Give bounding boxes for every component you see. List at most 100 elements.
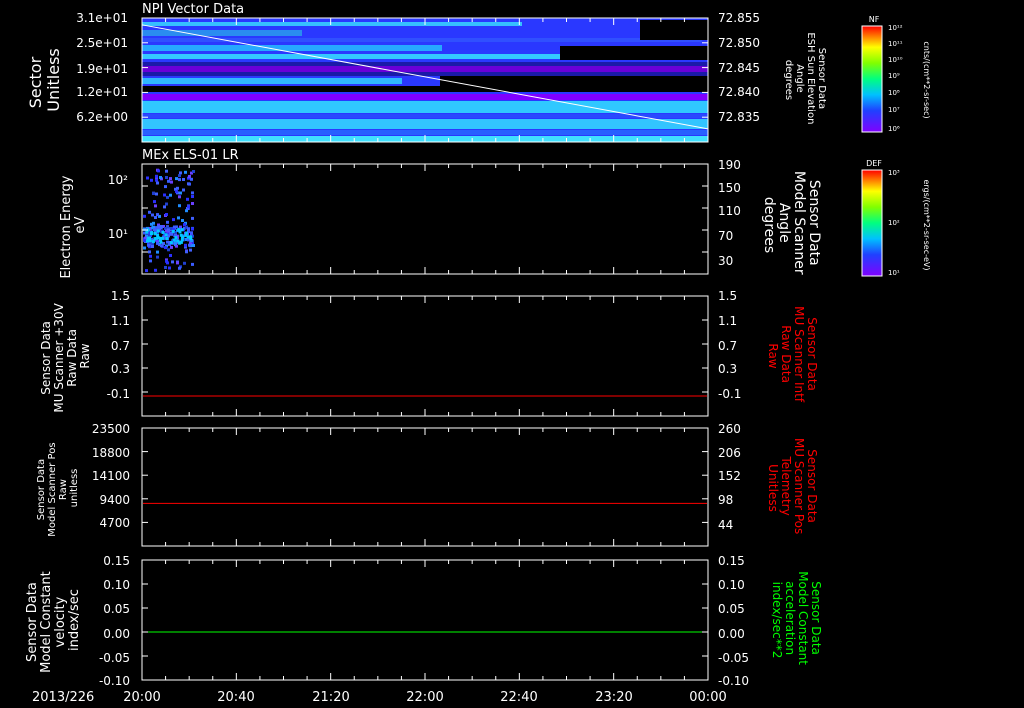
raw-ytick: 0.3: [111, 362, 130, 376]
els-data-pixel: [167, 228, 170, 232]
els-data-pixel: [156, 181, 159, 185]
raw-rtick: 1.1: [718, 314, 737, 328]
els-data-pixel: [165, 202, 168, 206]
els-data-pixel: [148, 210, 151, 214]
els-data-pixel: [183, 261, 186, 265]
raw-ytick: 0.7: [111, 339, 130, 353]
colorbar-def-tick: 10¹: [888, 269, 900, 277]
els-data-pixel: [191, 227, 194, 231]
els-data-pixel: [156, 229, 160, 233]
colorbar-def-tick: 10³: [888, 169, 900, 177]
pos-ytick: 4700: [99, 516, 130, 530]
els-ylabel-line: Electron Energy: [59, 175, 74, 278]
els-data-pixel: [152, 192, 155, 195]
npi-rlabel-line: degrees: [783, 60, 794, 100]
colorbar-nf-tick: 10⁸: [888, 89, 900, 97]
colorbar-nf-tick: 10⁷: [888, 106, 900, 114]
els-data-pixel: [181, 219, 184, 222]
npi-ylabel: Sector Unitless: [26, 48, 63, 112]
els-data-pixel: [151, 245, 154, 248]
els-data-pixel: [147, 243, 150, 247]
els-data-pixel: [192, 170, 195, 173]
els-data-pixel: [159, 240, 163, 244]
els-data-pixel: [152, 221, 155, 225]
raw-rlabel: Sensor Data MU Scanner Intf Raw Data Raw: [766, 306, 819, 406]
heat-gap: [440, 76, 708, 86]
pos-rtick: 152: [718, 469, 741, 483]
panel-npi-heatmap: [142, 18, 708, 142]
els-data-pixel: [155, 192, 158, 196]
els-data-pixel: [146, 239, 149, 243]
els-rtick: 190: [718, 158, 741, 172]
heat-band: [142, 54, 562, 59]
heat-band: [142, 78, 402, 84]
const-rlabel: Sensor Data Model Constant acceleration …: [770, 571, 823, 669]
els-rlabel-line: Sensor Data: [806, 180, 822, 266]
els-data-pixel: [143, 238, 146, 242]
panel-const-frame: [141, 559, 709, 681]
colorbar-nf-unit: cnts/(cm**2-sr-sec): [922, 41, 931, 118]
els-data-pixel: [153, 200, 156, 204]
els-rtick: 150: [718, 181, 741, 195]
colorbar-def-unit: ergs/(cm**2-sr-sec-eV): [922, 179, 931, 270]
heat-band: [142, 86, 708, 92]
const-rtick: 0.10: [718, 578, 745, 592]
const-ytick: 0.00: [103, 627, 130, 641]
els-rtick: 30: [718, 254, 733, 268]
els-data-pixel: [150, 232, 153, 236]
panel-pos-frame: [141, 427, 709, 547]
colorbar-nf: NF 10¹² 10¹¹ 10¹⁰ 10⁹ 10⁸ 10⁷ 10⁶ cnts/(…: [861, 15, 931, 133]
panel-npi-title: NPI Vector Data: [142, 2, 244, 17]
els-data-pixel: [186, 197, 189, 201]
heat-band: [142, 119, 708, 129]
npi-ylabel-line: Unitless: [44, 48, 63, 112]
els-data-pixel: [176, 186, 179, 190]
els-data-pixel: [151, 213, 154, 217]
const-ylabel-line: index/sec: [67, 589, 82, 651]
els-data-pixel: [163, 193, 166, 197]
npi-ytick: 2.5e+01: [76, 36, 128, 50]
const-rtick: 0.15: [718, 554, 745, 568]
els-data-pixel: [179, 171, 182, 175]
els-data-pixel: [175, 244, 178, 248]
raw-rtick: 1.5: [718, 289, 737, 303]
colorbar-def-label: DEF: [866, 159, 882, 168]
raw-rtick: 0.3: [718, 362, 737, 376]
pos-ytick: 9400: [99, 493, 130, 507]
pos-rlabel-line: Sensor Data: [805, 449, 819, 523]
time-tick-label: 23:20: [595, 690, 632, 705]
els-rlabel: Sensor Data Model Scanner Angle degrees: [761, 171, 822, 279]
pos-rtick: 44: [718, 518, 733, 532]
raw-rlabel-line: Raw Data: [779, 325, 793, 383]
colorbar-def-bar: [861, 169, 883, 277]
npi-rlabel-line: Sensor Data: [816, 48, 827, 109]
els-rlabel-line: Angle: [776, 203, 792, 243]
els-data-pixel: [187, 227, 190, 231]
raw-ytick: 1.5: [111, 289, 130, 303]
heat-band: [142, 101, 708, 113]
pos-ytick: 23500: [92, 422, 130, 436]
colorbar-def-tick: 10²: [888, 219, 900, 227]
els-data-pixel: [172, 218, 175, 222]
const-rlabel-line: acceleration: [783, 581, 797, 655]
time-tick-label: 21:20: [312, 690, 349, 705]
els-data-pixel: [154, 216, 157, 219]
els-rtick: 70: [718, 229, 733, 243]
els-data-pixel: [146, 176, 149, 180]
els-data-pixel: [165, 213, 168, 216]
pos-ylabel: Sensor Data Model Scanner Pos Raw unitle…: [36, 439, 80, 536]
raw-rtick: 0.7: [718, 339, 737, 353]
colorbar-nf-tick: 10⁶: [888, 125, 900, 133]
raw-ylabel: Sensor Data MU Scanner +30V Raw Data Raw: [39, 299, 92, 412]
heat-band: [142, 130, 708, 135]
heat-gap: [560, 46, 708, 60]
raw-ylabel-line: Raw Data: [65, 329, 79, 387]
els-data-pixel: [155, 178, 158, 182]
npi-rtick: 72.850: [718, 36, 760, 50]
raw-rlabel-line: MU Scanner Intf: [792, 306, 806, 403]
els-data-pixel: [189, 248, 192, 252]
els-data-pixel: [167, 248, 170, 252]
npi-rlabel: Sensor Data ESH Sun Elevation Angle degr…: [783, 32, 827, 127]
els-data-pixel: [189, 235, 193, 239]
npi-rtick: 72.855: [718, 11, 760, 25]
